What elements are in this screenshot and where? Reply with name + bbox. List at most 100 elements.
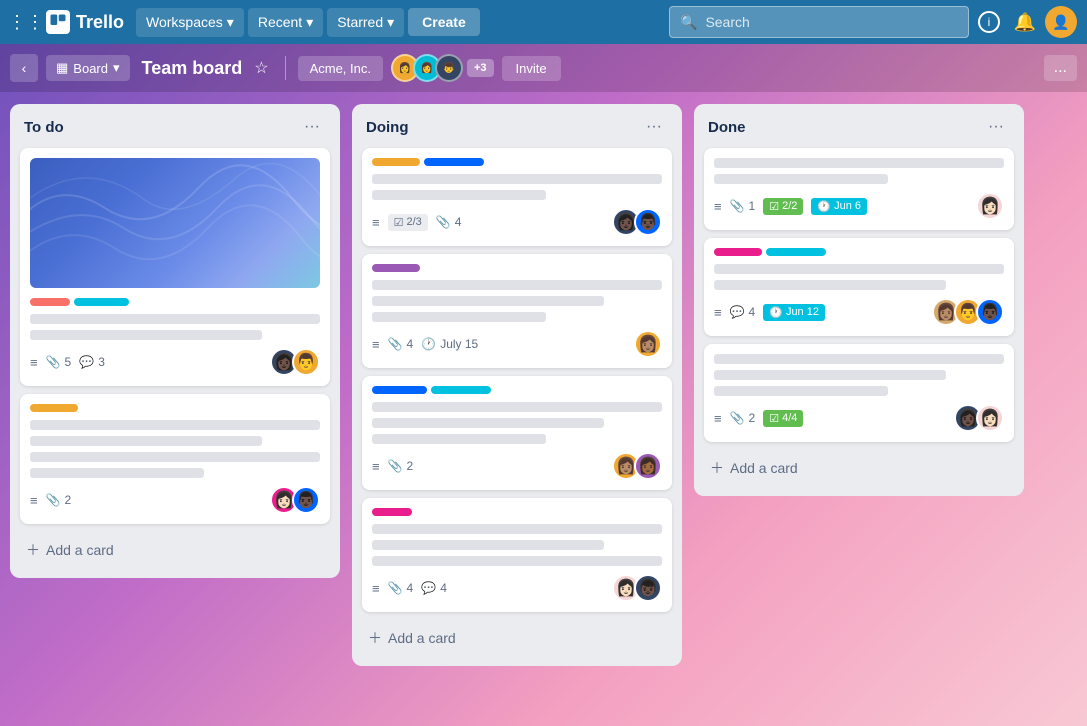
card-avatars-doing-2: 👩🏽	[634, 330, 662, 358]
starred-button[interactable]: Starred ▾	[327, 8, 404, 37]
board-header: ‹ ▦ Board ▾ Team board ☆ Acme, Inc. 👩 👩 …	[0, 44, 1087, 92]
checklist-icon: ☑	[769, 412, 779, 425]
search-icon: 🔍	[680, 14, 697, 31]
label-blue	[372, 386, 427, 394]
trello-logo[interactable]: Trello	[46, 10, 124, 34]
label-yellow	[30, 404, 78, 412]
starred-label: Starred	[337, 14, 383, 30]
workspace-chip[interactable]: Acme, Inc.	[298, 56, 383, 81]
card-avatars-doing-1: 👩🏿 👨🏿	[612, 208, 662, 236]
add-card-button-done[interactable]: ＋ Add a card	[704, 450, 1014, 486]
card-content-done-2	[714, 264, 1004, 290]
card-avatars-todo-1: 👩🏿 👨	[270, 348, 320, 376]
board-view-chevron: ▾	[113, 60, 120, 76]
column-doing: Doing ··· ≡ ☑ 2/3 📎 4	[352, 104, 682, 666]
add-card-button-todo[interactable]: ＋ Add a card	[20, 532, 330, 568]
card-done-3[interactable]: ≡ 📎 2 ☑ 4/4 👩🏿 👩🏻	[704, 344, 1014, 442]
card-done-1[interactable]: ≡ 📎 1 ☑ 2/2 🕐 Jun 6 👩🏻	[704, 148, 1014, 230]
board-back-button[interactable]: ‹	[10, 54, 38, 82]
attachment-count: 2	[407, 459, 414, 473]
column-menu-doing[interactable]: ···	[640, 116, 668, 138]
label-purple	[372, 264, 420, 272]
card-content-doing-4	[372, 524, 662, 566]
add-card-button-doing[interactable]: ＋ Add a card	[362, 620, 672, 656]
star-button[interactable]: ☆	[250, 54, 272, 82]
top-nav: ⋮⋮ Trello Workspaces ▾ Recent ▾ Starred …	[0, 0, 1087, 44]
card-avatar-orange: 👩🏽	[634, 330, 662, 358]
card-content-doing-3	[372, 402, 662, 444]
card-avatar-orange: 👨	[292, 348, 320, 376]
recent-button[interactable]: Recent ▾	[248, 8, 323, 37]
comment-icon: 💬	[79, 355, 94, 369]
card-labels-todo-1	[30, 298, 320, 306]
notifications-button[interactable]: 🔔	[1009, 6, 1041, 38]
search-bar[interactable]: 🔍	[669, 6, 969, 38]
card-meta-attachment: 📎 4	[388, 581, 414, 595]
card-footer-todo-1: ≡ 📎 5 💬 3 👩🏿 👨	[30, 348, 320, 376]
menu-icon: ≡	[372, 581, 380, 596]
column-header-doing: Doing ···	[362, 114, 672, 140]
card-content-todo-1	[30, 314, 320, 340]
avatar-face: 👨🏿	[296, 490, 316, 510]
attachment-count: 4	[455, 215, 462, 229]
info-button[interactable]: i	[973, 6, 1005, 38]
card-avatar-pink: 👩🏻	[976, 192, 1004, 220]
card-line	[714, 386, 888, 396]
avatar-face: 👩🏿	[274, 352, 294, 372]
board-content: To do ··· ≡	[0, 92, 1087, 726]
avatar-face: 👩🏻	[616, 578, 636, 598]
card-line	[372, 418, 604, 428]
more-button[interactable]: ...	[1044, 55, 1077, 81]
create-button[interactable]: Create	[408, 8, 480, 36]
card-footer-done-1: ≡ 📎 1 ☑ 2/2 🕐 Jun 6 👩🏻	[714, 192, 1004, 220]
comment-count: 4	[749, 305, 756, 319]
card-doing-1[interactable]: ≡ ☑ 2/3 📎 4 👩🏿 👨🏿	[362, 148, 672, 246]
card-avatar-purple: 👩🏾	[634, 452, 662, 480]
comment-count: 4	[440, 581, 447, 595]
card-line	[714, 158, 1004, 168]
plus-icon: ＋	[710, 458, 724, 478]
board-view-button[interactable]: ▦ Board ▾	[46, 55, 130, 81]
card-avatars-done-2: 👩🏽 👨 👨🏿	[932, 298, 1004, 326]
column-menu-done[interactable]: ···	[982, 116, 1010, 138]
label-magenta	[714, 248, 762, 256]
search-input[interactable]	[705, 14, 958, 30]
card-avatar-blue: 👨🏿	[292, 486, 320, 514]
column-menu-todo[interactable]: ···	[298, 116, 326, 138]
workspaces-chevron-icon: ▾	[227, 14, 234, 31]
card-cover	[30, 158, 320, 288]
card-todo-1[interactable]: ≡ 📎 5 💬 3 👩🏿 👨	[20, 148, 330, 386]
avatar-face-2: 👩	[421, 63, 433, 74]
avatar-face: 👩🏻	[980, 408, 1000, 428]
label-teal	[431, 386, 491, 394]
card-doing-3[interactable]: ≡ 📎 2 👩🏽 👩🏾	[362, 376, 672, 490]
card-doing-4[interactable]: ≡ 📎 4 💬 4 👩🏻 👦🏿	[362, 498, 672, 612]
avatar-face-3: 👦	[443, 63, 455, 74]
workspaces-button[interactable]: Workspaces ▾	[136, 8, 244, 37]
checklist-count: 2/3	[406, 216, 421, 228]
plus-icon: ＋	[368, 628, 382, 648]
card-line	[30, 452, 320, 462]
card-line	[372, 402, 662, 412]
checklist-icon: ☑	[394, 216, 404, 229]
avatar-face: 👩🏿	[958, 408, 978, 428]
card-doing-2[interactable]: ≡ 📎 4 🕐 July 15 👩🏽	[362, 254, 672, 368]
avatar-face: 👨	[296, 352, 316, 372]
grid-menu-button[interactable]: ⋮⋮	[10, 6, 42, 38]
card-meta-attachment: 📎 1	[730, 199, 756, 213]
trello-wordmark: Trello	[76, 12, 124, 33]
card-meta-comment: 💬 4	[421, 581, 447, 595]
card-done-2[interactable]: ≡ 💬 4 🕐 Jun 12 👩🏽 👨	[704, 238, 1014, 336]
card-line	[372, 312, 546, 322]
card-todo-2[interactable]: ≡ 📎 2 👩🏻 👨🏿	[20, 394, 330, 524]
member-avatar-3[interactable]: 👦	[435, 54, 463, 82]
invite-button[interactable]: Invite	[502, 56, 561, 81]
card-meta-attachment: 📎 4	[388, 337, 414, 351]
card-labels-done-2	[714, 248, 1004, 256]
card-avatars-done-1: 👩🏻	[976, 192, 1004, 220]
attachment-count: 4	[407, 581, 414, 595]
comment-icon: 💬	[421, 581, 436, 595]
card-footer-done-3: ≡ 📎 2 ☑ 4/4 👩🏿 👩🏻	[714, 404, 1004, 432]
user-avatar[interactable]: 👤	[1045, 6, 1077, 38]
column-header-done: Done ···	[704, 114, 1014, 140]
